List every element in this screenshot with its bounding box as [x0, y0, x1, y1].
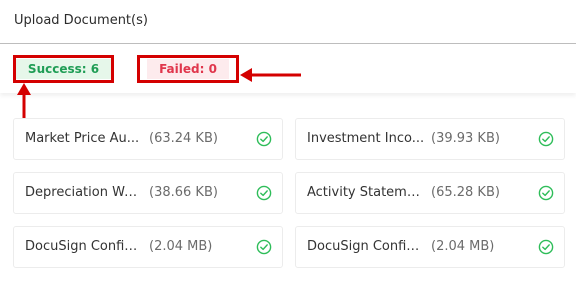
check-circle-icon: [538, 185, 554, 201]
file-name: Market Price Au...: [25, 131, 140, 146]
file-item[interactable]: Market Price Au... (63.24 KB): [13, 118, 283, 160]
file-item[interactable]: DocuSign Config... (2.04 MB): [13, 226, 283, 268]
check-circle-icon: [538, 239, 554, 255]
file-size: (2.04 MB): [149, 239, 213, 254]
file-name: Activity Stateme...: [307, 185, 425, 200]
file-item[interactable]: DocuSign Config... (2.04 MB): [295, 226, 565, 268]
check-circle-icon: [256, 185, 272, 201]
dialog-title: Upload Document(s): [14, 13, 148, 28]
failed-count-label: Failed: 0: [147, 59, 229, 79]
dialog-header: Upload Document(s): [0, 0, 576, 44]
file-size: (65.28 KB): [431, 185, 500, 200]
check-circle-icon: [256, 239, 272, 255]
file-item[interactable]: Investment Inco... (39.93 KB): [295, 118, 565, 160]
file-name: Investment Inco...: [307, 131, 425, 146]
file-name: DocuSign Config...: [25, 239, 143, 254]
check-circle-icon: [256, 131, 272, 147]
file-name: DocuSign Config...: [307, 239, 425, 254]
failed-count-badge[interactable]: Failed: 0: [137, 55, 239, 83]
file-name: Depreciation Wo...: [25, 185, 143, 200]
file-item[interactable]: Activity Stateme... (65.28 KB): [295, 172, 565, 214]
file-size: (39.93 KB): [431, 131, 500, 146]
file-size: (63.24 KB): [149, 131, 218, 146]
file-size: (38.66 KB): [149, 185, 218, 200]
success-count-badge[interactable]: Success: 6: [13, 55, 114, 83]
success-count-label: Success: 6: [15, 59, 112, 79]
annotation-arrow-left-icon: [240, 68, 301, 82]
check-circle-icon: [538, 131, 554, 147]
file-size: (2.04 MB): [431, 239, 495, 254]
file-item[interactable]: Depreciation Wo... (38.66 KB): [13, 172, 283, 214]
